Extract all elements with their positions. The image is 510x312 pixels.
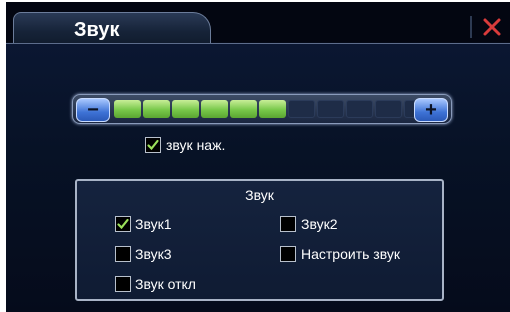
tab-title: Звук xyxy=(74,19,120,41)
divider xyxy=(470,16,472,38)
volume-segment[interactable] xyxy=(317,100,344,118)
custom-sound-checkbox[interactable] xyxy=(280,246,296,262)
volume-segment[interactable] xyxy=(201,100,228,118)
sound-off-label: Звук откл xyxy=(135,276,196,292)
volume-decrease-button[interactable]: − xyxy=(76,98,110,122)
volume-segment[interactable] xyxy=(375,100,402,118)
tab-sound[interactable]: Звук xyxy=(13,12,211,47)
close-button[interactable] xyxy=(480,15,504,39)
panel-title: Звук xyxy=(245,187,274,203)
sound-options-panel: Звук Звук1 Звук2 Звук3 Настроить звук Зв… xyxy=(75,179,444,301)
minus-icon: − xyxy=(87,99,99,121)
key-sound-checkbox[interactable] xyxy=(145,137,161,153)
volume-increase-button[interactable]: + xyxy=(414,98,448,122)
sound2-checkbox[interactable] xyxy=(280,216,296,232)
sound1-checkbox[interactable] xyxy=(115,216,131,232)
volume-slider[interactable]: − + xyxy=(72,94,452,124)
volume-segment[interactable] xyxy=(172,100,199,118)
checkmark-icon xyxy=(117,218,129,230)
sound3-label: Звук3 xyxy=(135,246,172,262)
volume-segment[interactable] xyxy=(143,100,170,118)
volume-segment[interactable] xyxy=(114,100,141,118)
sound3-checkbox[interactable] xyxy=(115,246,131,262)
close-icon xyxy=(483,18,501,36)
sound-off-checkbox[interactable] xyxy=(115,276,131,292)
volume-segment[interactable] xyxy=(259,100,286,118)
content-area: − + звук наж. Звук Звук1 Звук2 Звук3 Нас… xyxy=(6,44,510,312)
plus-icon: + xyxy=(425,99,437,121)
tab-bar: Звук xyxy=(6,2,510,47)
sound-settings-window: Звук − + звук наж. Звук Звук1 Звук2 Звук… xyxy=(6,2,510,312)
volume-segment[interactable] xyxy=(230,100,257,118)
custom-sound-label: Настроить звук xyxy=(301,246,400,262)
volume-segment[interactable] xyxy=(346,100,373,118)
key-sound-label: звук наж. xyxy=(166,137,226,153)
volume-segment[interactable] xyxy=(288,100,315,118)
checkmark-icon xyxy=(147,139,159,151)
sound1-label: Звук1 xyxy=(135,216,172,232)
sound2-label: Звук2 xyxy=(301,216,338,232)
